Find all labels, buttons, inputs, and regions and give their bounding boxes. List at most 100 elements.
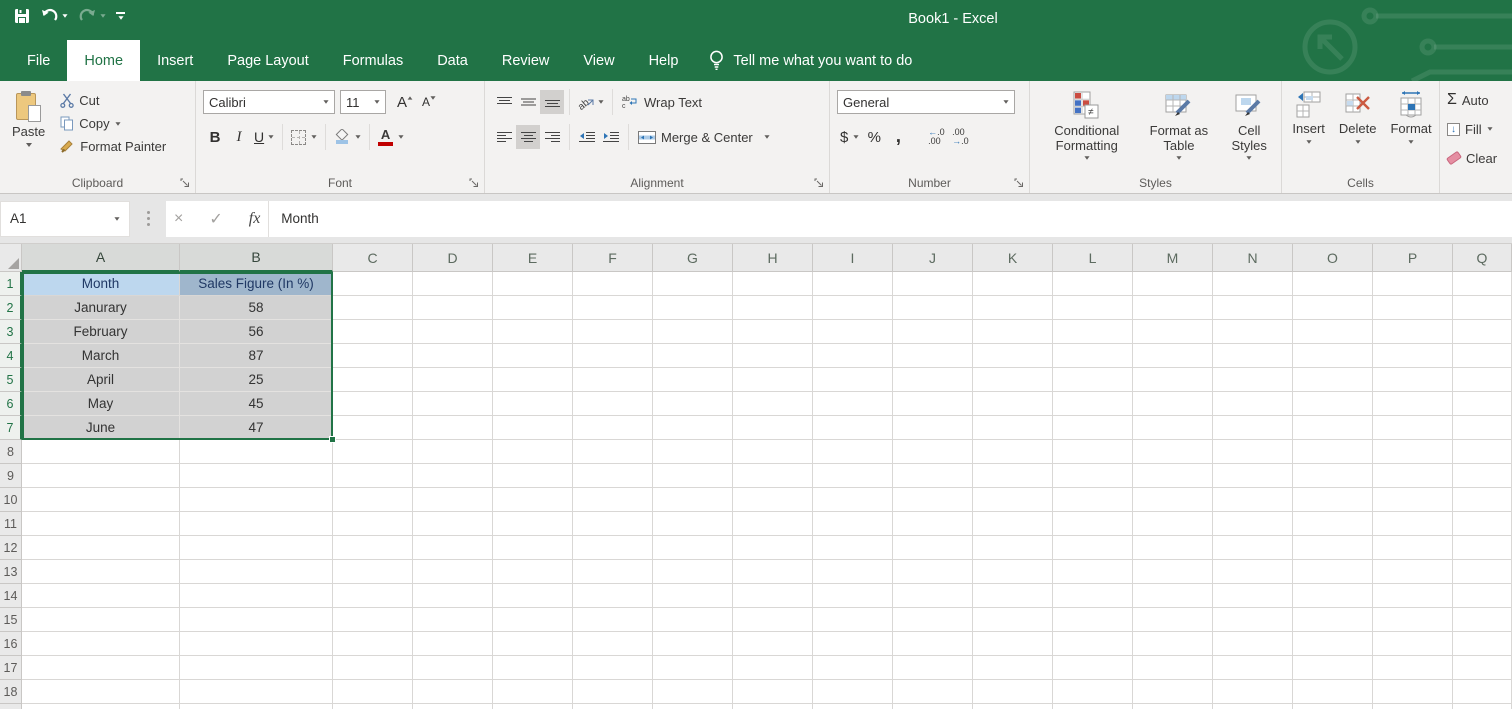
cell-I18[interactable] [813,680,893,704]
tab-insert[interactable]: Insert [140,40,210,81]
cell-E17[interactable] [493,656,573,680]
cell-E7[interactable] [493,416,573,440]
cell-K18[interactable] [973,680,1053,704]
cell-C12[interactable] [333,536,413,560]
alignment-dialog-launcher-icon[interactable] [814,178,824,188]
format-as-table-dropdown-icon[interactable] [1176,156,1182,160]
cell-J10[interactable] [893,488,973,512]
customize-qat-icon[interactable] [116,12,125,20]
cell-K4[interactable] [973,344,1053,368]
column-header-N[interactable]: N [1213,244,1293,272]
cell-P18[interactable] [1373,680,1453,704]
fill-button[interactable]: ↓ Fill [1447,117,1512,141]
cell-F19[interactable] [573,704,653,709]
cell-Q4[interactable] [1453,344,1512,368]
clipboard-dialog-launcher-icon[interactable] [180,178,190,188]
cell-A5[interactable]: April [22,368,180,392]
cell-G18[interactable] [653,680,733,704]
bottom-align-button[interactable] [540,90,564,114]
conditional-formatting-button[interactable]: ≠ Conditional Formatting [1037,88,1136,169]
cell-N2[interactable] [1213,296,1293,320]
cell-I14[interactable] [813,584,893,608]
row-header-19[interactable] [0,704,22,709]
paste-dropdown-icon[interactable] [25,142,32,147]
cell-N5[interactable] [1213,368,1293,392]
column-header-M[interactable]: M [1133,244,1213,272]
cell-J2[interactable] [893,296,973,320]
cell-Q7[interactable] [1453,416,1512,440]
cell-A1[interactable]: Month [22,272,180,296]
cell-J8[interactable] [893,440,973,464]
cell-D1[interactable] [413,272,493,296]
cell-P19[interactable] [1373,704,1453,709]
cell-H8[interactable] [733,440,813,464]
increase-font-size-button[interactable]: A [393,90,417,114]
cell-I5[interactable] [813,368,893,392]
decrease-font-size-button[interactable]: A [417,90,441,114]
cell-Q11[interactable] [1453,512,1512,536]
column-header-Q[interactable]: Q [1453,244,1512,272]
cell-C19[interactable] [333,704,413,709]
cell-G7[interactable] [653,416,733,440]
cell-B10[interactable] [180,488,333,512]
cell-D12[interactable] [413,536,493,560]
cell-I3[interactable] [813,320,893,344]
cell-E13[interactable] [493,560,573,584]
cell-A17[interactable] [22,656,180,680]
cell-K6[interactable] [973,392,1053,416]
cell-F8[interactable] [573,440,653,464]
enter-icon[interactable]: ✓ [209,209,222,229]
cell-M4[interactable] [1133,344,1213,368]
cell-C9[interactable] [333,464,413,488]
cell-L1[interactable] [1053,272,1133,296]
tab-review[interactable]: Review [485,40,567,81]
cell-I6[interactable] [813,392,893,416]
cell-E4[interactable] [493,344,573,368]
cell-A11[interactable] [22,512,180,536]
cell-I11[interactable] [813,512,893,536]
increase-decimal-button[interactable]: ←.0.00 [924,125,948,149]
conditional-formatting-dropdown-icon[interactable] [1084,156,1090,160]
cell-D13[interactable] [413,560,493,584]
cell-F9[interactable] [573,464,653,488]
cell-Q18[interactable] [1453,680,1512,704]
cell-G16[interactable] [653,632,733,656]
column-header-J[interactable]: J [893,244,973,272]
cell-E10[interactable] [493,488,573,512]
cell-G4[interactable] [653,344,733,368]
clear-button[interactable]: Clear [1445,146,1512,170]
insert-function-icon[interactable]: fx [249,210,261,228]
cell-M3[interactable] [1133,320,1213,344]
cell-F2[interactable] [573,296,653,320]
cancel-icon[interactable]: × [174,210,183,228]
cell-P11[interactable] [1373,512,1453,536]
cell-C3[interactable] [333,320,413,344]
cell-M8[interactable] [1133,440,1213,464]
comma-style-button[interactable]: , [886,125,910,149]
cell-L8[interactable] [1053,440,1133,464]
cell-C6[interactable] [333,392,413,416]
column-header-B[interactable]: B [180,244,333,272]
cell-C14[interactable] [333,584,413,608]
cell-E12[interactable] [493,536,573,560]
cell-B7[interactable]: 47 [180,416,333,440]
cell-P7[interactable] [1373,416,1453,440]
cell-Q19[interactable] [1453,704,1512,709]
increase-indent-button[interactable] [599,125,623,149]
cell-H3[interactable] [733,320,813,344]
cell-L4[interactable] [1053,344,1133,368]
cell-B18[interactable] [180,680,333,704]
cell-A18[interactable] [22,680,180,704]
cell-Q1[interactable] [1453,272,1512,296]
cell-M6[interactable] [1133,392,1213,416]
column-header-K[interactable]: K [973,244,1053,272]
cell-D6[interactable] [413,392,493,416]
cell-M1[interactable] [1133,272,1213,296]
cell-J18[interactable] [893,680,973,704]
cell-I8[interactable] [813,440,893,464]
cell-F16[interactable] [573,632,653,656]
cell-J16[interactable] [893,632,973,656]
cell-styles-dropdown-icon[interactable] [1246,156,1252,160]
cut-button[interactable]: Cut [56,91,170,110]
cell-P12[interactable] [1373,536,1453,560]
